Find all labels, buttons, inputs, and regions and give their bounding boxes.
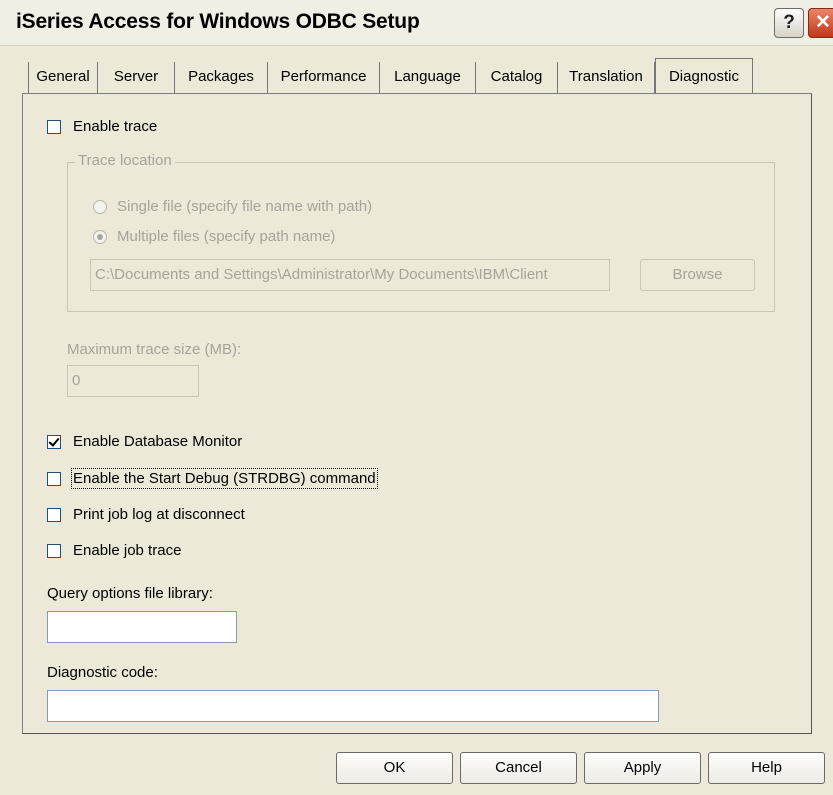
apply-button[interactable]: Apply: [584, 752, 701, 784]
print-job-log-box[interactable]: [47, 507, 61, 522]
tab-server[interactable]: Server: [98, 62, 175, 94]
enable-strdbg-label: Enable the Start Debug (STRDBG) command: [71, 468, 378, 489]
enable-job-trace-box[interactable]: [47, 543, 61, 558]
multiple-files-radio-dot[interactable]: [93, 229, 107, 244]
enable-job-trace-checkbox[interactable]: Enable job trace: [47, 542, 181, 559]
close-icon[interactable]: ✕: [808, 8, 833, 38]
enable-db-monitor-label: Enable Database Monitor: [73, 433, 243, 450]
enable-db-monitor-checkbox[interactable]: Enable Database Monitor: [47, 433, 242, 450]
enable-db-monitor-box[interactable]: [47, 434, 61, 449]
diagnostic-panel: Enable trace Trace location Single file …: [22, 93, 812, 734]
help-title-button[interactable]: ?: [774, 8, 804, 38]
enable-job-trace-label: Enable job trace: [73, 542, 182, 559]
enable-strdbg-checkbox[interactable]: Enable the Start Debug (STRDBG) command: [47, 468, 378, 489]
enable-trace-checkbox[interactable]: Enable trace: [47, 118, 157, 135]
tab-packages[interactable]: Packages: [175, 62, 268, 94]
tab-catalog[interactable]: Catalog: [476, 62, 558, 94]
enable-trace-label: Enable trace: [73, 118, 158, 135]
title-bar: iSeries Access for Windows ODBC Setup ? …: [0, 0, 833, 46]
trace-path-input[interactable]: C:\Documents and Settings\Administrator\…: [90, 259, 610, 291]
tab-translation[interactable]: Translation: [558, 62, 655, 94]
tab-performance[interactable]: Performance: [268, 62, 380, 94]
enable-trace-box[interactable]: [47, 119, 61, 134]
help-button[interactable]: Help: [708, 752, 825, 784]
tab-general[interactable]: General: [28, 62, 98, 94]
cancel-button[interactable]: Cancel: [460, 752, 577, 784]
enable-strdbg-box[interactable]: [47, 471, 61, 486]
single-file-radio[interactable]: Single file (specify file name with path…: [93, 198, 372, 215]
multiple-files-label: Multiple files (specify path name): [117, 228, 336, 245]
browse-button[interactable]: Browse: [640, 259, 755, 291]
multiple-files-radio[interactable]: Multiple files (specify path name): [93, 228, 335, 245]
diagnostic-code-label: Diagnostic code:: [47, 664, 158, 681]
trace-location-legend: Trace location: [75, 152, 175, 169]
max-trace-size-label: Maximum trace size (MB):: [67, 341, 242, 358]
tab-diagnostic[interactable]: Diagnostic: [655, 58, 753, 96]
print-job-log-label: Print job log at disconnect: [73, 506, 245, 523]
single-file-label: Single file (specify file name with path…: [117, 198, 373, 215]
odbc-setup-dialog: iSeries Access for Windows ODBC Setup ? …: [0, 0, 833, 795]
max-trace-size-input[interactable]: 0: [67, 365, 199, 397]
tab-language[interactable]: Language: [380, 62, 476, 94]
print-job-log-checkbox[interactable]: Print job log at disconnect: [47, 506, 245, 523]
query-options-library-label: Query options file library:: [47, 585, 213, 602]
single-file-radio-dot[interactable]: [93, 199, 107, 214]
query-options-library-input[interactable]: [47, 611, 237, 643]
diagnostic-code-input[interactable]: [47, 690, 659, 722]
ok-button[interactable]: OK: [336, 752, 453, 784]
window-title: iSeries Access for Windows ODBC Setup: [16, 10, 420, 33]
